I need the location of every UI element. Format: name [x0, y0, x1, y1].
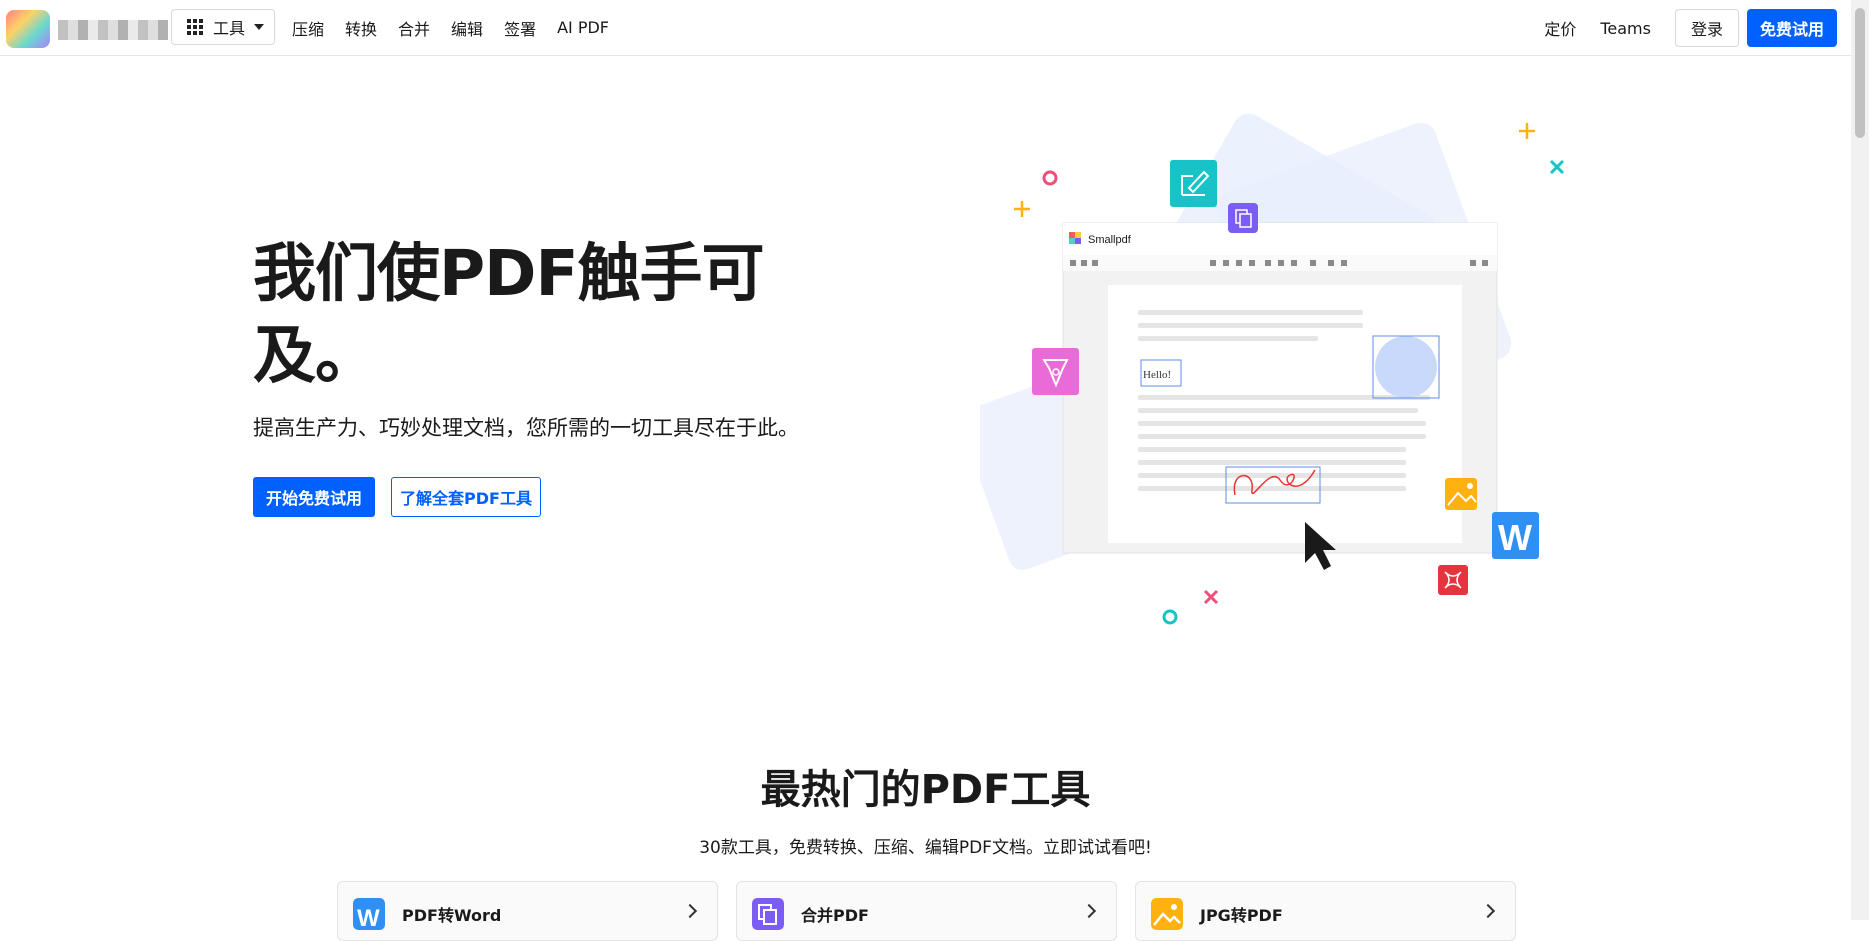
copy-pages-icon [1228, 203, 1258, 233]
tool-card-label: JPG转PDF [1200, 906, 1283, 925]
app-name: Smallpdf [1088, 234, 1132, 246]
logo-wordmark-blurred [58, 20, 168, 40]
word-icon: W [1492, 512, 1539, 559]
svg-text:W: W [357, 905, 380, 930]
edit-pen-icon [1170, 160, 1217, 207]
nav-sign[interactable]: 签署 [504, 16, 536, 40]
main-nav: 压缩 转换 合并 编辑 签署 AI PDF [292, 0, 630, 55]
hero-subtitle: 提高生产力、巧妙处理文档，您所需的一切工具尽在于此。 [253, 416, 799, 440]
shape-tool-icon [1438, 565, 1468, 595]
nav-ai-pdf[interactable]: AI PDF [557, 18, 609, 37]
chevron-right-icon [682, 903, 698, 919]
hero-title: 我们使PDF触手可及。 [253, 237, 765, 392]
tool-card-jpg-to-pdf[interactable]: JPG转PDF [1135, 881, 1516, 941]
pricing-link[interactable]: 定价 [1544, 16, 1576, 40]
nav-merge[interactable]: 合并 [398, 16, 430, 40]
popular-tools-subtitle: 30款工具，免费转换、压缩、编辑PDF文档。立即试试看吧! [699, 838, 1152, 858]
pen-nib-icon [1032, 348, 1079, 395]
teams-link[interactable]: Teams [1600, 19, 1651, 38]
tool-cards: W PDF转Word 合并PDF JPG转PDF [337, 881, 1516, 941]
word-letter: W [1498, 517, 1532, 558]
tool-card-pdf-to-word[interactable]: W PDF转Word [337, 881, 718, 941]
nav-edit[interactable]: 编辑 [451, 16, 483, 40]
nav-convert[interactable]: 转换 [345, 16, 377, 40]
scrollbar-thumb[interactable] [1855, 8, 1865, 138]
chevron-right-icon [1480, 903, 1496, 919]
word-icon: W [353, 898, 385, 930]
caret-down-icon [254, 24, 265, 30]
image-icon [1151, 898, 1183, 930]
page-scrollbar[interactable] [1851, 0, 1869, 920]
nav-compress[interactable]: 压缩 [292, 16, 324, 40]
logo-mark [6, 10, 50, 48]
image-icon [1445, 478, 1477, 510]
account-nav: 定价 Teams 登录 免费试用 [1544, 9, 1837, 47]
popular-tools-title: 最热门的PDF工具 [760, 767, 1091, 813]
free-trial-button[interactable]: 免费试用 [1746, 9, 1837, 47]
tool-card-merge-pdf[interactable]: 合并PDF [736, 881, 1117, 941]
hello-text: Hello! [1143, 369, 1171, 381]
hero-illustration: Smallpdf Hello! W [980, 113, 1565, 625]
top-navigation-bar: 工具 压缩 转换 合并 编辑 签署 AI PDF 定价 Teams 登录 免费试… [0, 0, 1851, 56]
grid-icon [187, 19, 203, 35]
learn-all-tools-button[interactable]: 了解全套PDF工具 [391, 477, 541, 517]
merge-icon [752, 898, 784, 930]
start-free-trial-button[interactable]: 开始免费试用 [253, 477, 375, 517]
app-window: Smallpdf Hello! [1062, 222, 1498, 554]
tools-dropdown-button[interactable]: 工具 [171, 9, 275, 45]
login-button[interactable]: 登录 [1674, 9, 1739, 47]
brand-logo[interactable] [6, 10, 168, 48]
tools-label: 工具 [213, 19, 246, 38]
tool-card-label: 合并PDF [801, 906, 869, 925]
tool-card-label: PDF转Word [402, 906, 502, 925]
chevron-right-icon [1081, 903, 1097, 919]
